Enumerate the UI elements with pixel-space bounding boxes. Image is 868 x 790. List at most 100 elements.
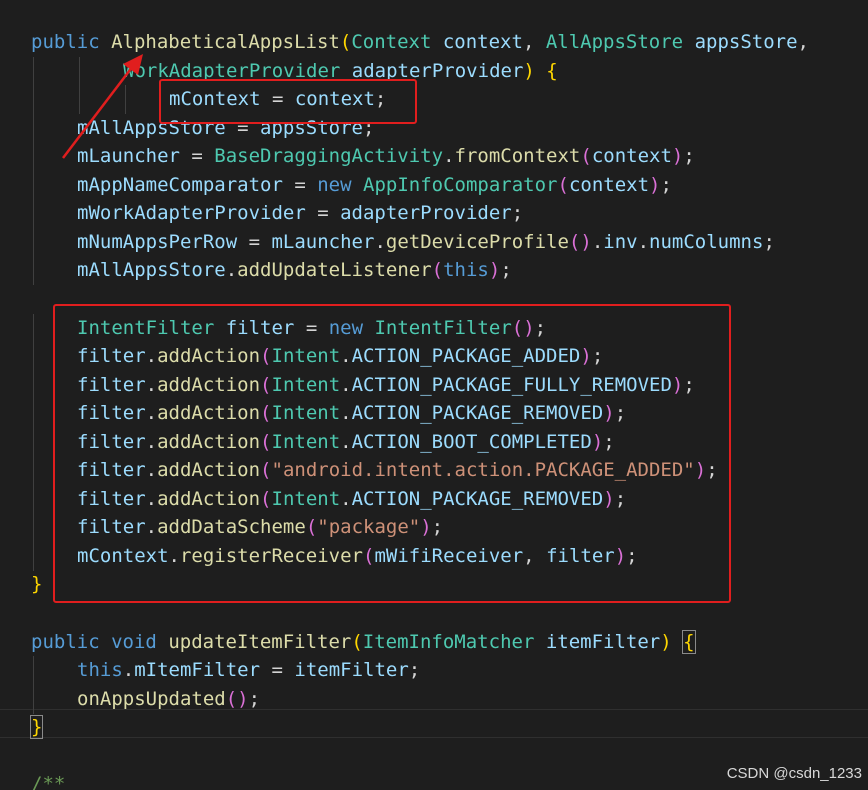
code-token: numColumns [649,230,764,253]
code-token: () [568,230,592,253]
indent-guide [33,85,34,115]
indent-guide [33,256,34,286]
code-token: () [225,687,249,710]
code-token: = [237,230,272,253]
code-token: mAppNameComparator [77,173,283,196]
code-token: } [29,715,44,740]
code-token: . [443,145,455,168]
code-token: = [305,202,341,225]
code-token: fromContext [454,145,581,168]
indent-guide [125,85,126,115]
code-token: context [591,145,672,168]
code-token: mLauncher [77,145,180,168]
code-line: public AlphabeticalAppsList(Context cont… [31,28,809,56]
code-token: } [31,573,43,596]
code-line: mNumAppsPerRow = mLauncher.getDeviceProf… [77,228,775,256]
code-token: = [282,173,318,196]
indent-guide [79,85,80,115]
code-token: . [637,230,650,253]
code-token: public [31,31,100,53]
code-token: addUpdateListener [237,259,432,282]
code-token: . [225,259,238,282]
code-line: onAppsUpdated(); [77,685,260,713]
code-line: } [29,713,44,741]
indent-guide [33,170,34,200]
indent-guide [33,313,34,343]
code-token: , [797,31,809,53]
code-token: adapterProvider [340,202,512,225]
annotation-box-mcontext [159,79,417,124]
indent-guide [33,199,34,229]
code-token: void [111,630,157,653]
code-token: ) [523,59,535,82]
current-line-highlight [0,709,868,738]
indent-guide [33,113,34,143]
code-token: { [682,629,696,654]
code-token: ( [557,173,569,196]
code-token: itemFilter [545,630,661,653]
code-token: public [31,630,100,653]
code-token: AppInfoComparator [363,173,558,196]
indent-guide [33,656,34,686]
indent-guide [79,56,80,86]
code-token: . [591,230,604,253]
code-token: context [442,31,523,53]
code-token: , [522,31,546,53]
code-token: mNumAppsPerRow [77,230,238,253]
code-token: { [546,59,558,82]
code-token: ( [580,145,592,168]
indent-guide [33,513,34,543]
indent-guide [33,484,34,514]
code-token: ) [671,145,684,168]
code-token: ( [431,259,444,282]
code-token: mAllAppsStore [77,259,226,282]
indent-guide [33,399,34,429]
code-token: this [77,659,123,682]
code-token: = [179,145,215,168]
code-token: ; [660,173,672,196]
indent-guide [33,370,34,400]
watermark: CSDN @csdn_1233 [726,765,862,782]
indent-guide [33,342,34,372]
code-token: onAppsUpdated [77,687,226,710]
code-token: . [122,659,135,682]
code-line: mAppNameComparator = new AppInfoComparat… [77,171,672,199]
code-token: ) [649,173,661,196]
indent-guide [33,227,34,257]
code-token: mItemFilter [134,659,261,682]
code-token: ; [683,145,695,168]
code-token: ; [511,202,524,225]
code-line: } [31,570,42,598]
code-token: appsStore [694,31,798,53]
code-token: new [317,173,352,196]
code-token: . [374,230,386,253]
code-token: this [443,259,489,282]
code-line: public void updateItemFilter(ItemInfoMat… [31,628,696,656]
annotation-box-intent-filter [53,304,731,603]
code-line: mLauncher = BaseDraggingActivity.fromCon… [77,142,695,170]
code-token: = [260,659,295,682]
code-token: ; [248,687,261,710]
indent-guide [33,541,34,571]
code-token: ; [500,259,512,282]
code-line: this.mItemFilter = itemFilter; [77,656,420,684]
code-token: Context [351,31,432,53]
indent-guide [33,427,34,457]
code-token: AllAppsStore [545,31,684,53]
code-token: ; [408,659,421,682]
code-token: mLauncher [271,230,375,253]
indent-guide [33,684,34,714]
code-token: BaseDraggingActivity [214,145,444,168]
code-token: getDeviceProfile [385,230,569,253]
code-token: itemFilter [294,659,409,682]
indent-guide [33,56,34,86]
code-editor[interactable]: public AlphabeticalAppsList ( Context cont… [0,0,868,790]
code-token: AlphabeticalAppsList [111,31,340,53]
code-line: /** [31,770,65,790]
